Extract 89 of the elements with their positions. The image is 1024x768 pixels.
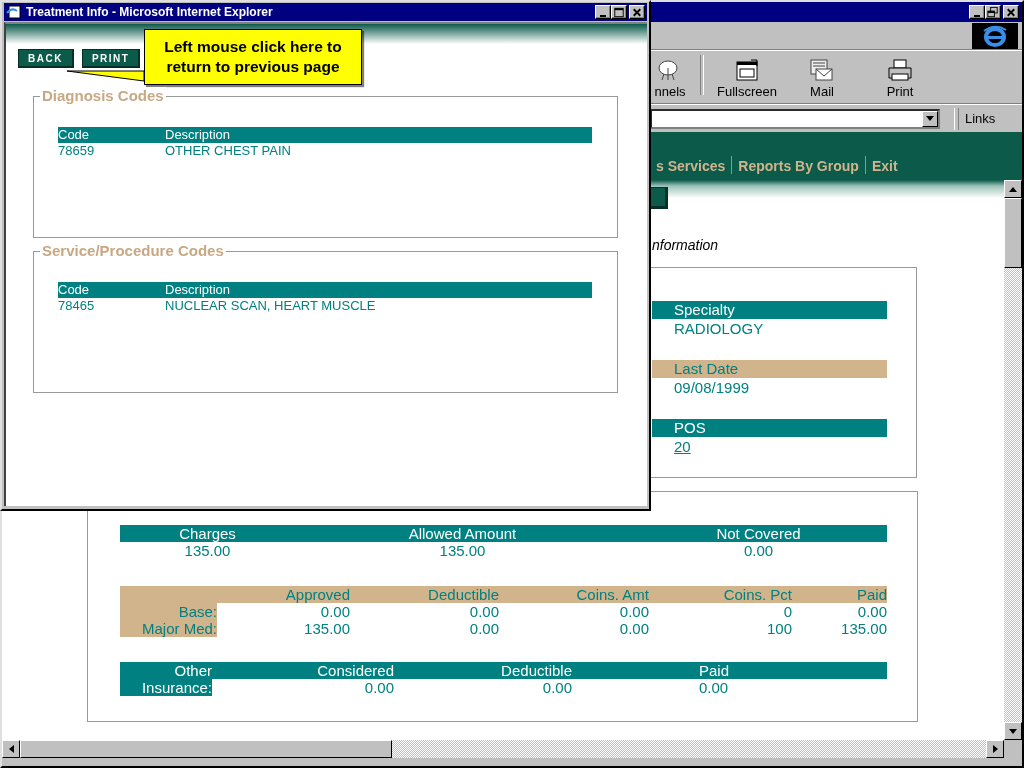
table-cell-text: 0.00	[363, 679, 394, 696]
column-header: Code	[58, 282, 165, 298]
minimize-button[interactable]	[969, 5, 985, 19]
table-cell-text: 0.00	[698, 679, 730, 696]
caret-right-icon	[992, 745, 998, 753]
table-cell-text: NUCLEAR SCAN, HEART MUSCLE	[165, 298, 377, 314]
detail-label: Last Date	[652, 360, 887, 378]
scroll-thumb[interactable]	[1004, 198, 1022, 268]
window-title: Treatment Info - Microsoft Internet Explorer	[26, 5, 274, 19]
restore-button[interactable]	[985, 5, 1001, 19]
toolbar-button[interactable]: Fullscreen	[712, 58, 782, 99]
table-cell-text: 0.00	[618, 620, 649, 637]
page-icon	[6, 5, 22, 19]
table-cell-text: 0.00	[468, 620, 499, 637]
column-header: Description	[165, 282, 592, 298]
printer-icon	[886, 58, 914, 82]
links-button[interactable]: Links	[965, 111, 996, 126]
table-cell-text: OTHER CHEST PAIN	[165, 143, 292, 159]
nav-link[interactable]: Reports By Group	[738, 158, 859, 174]
column-header: Deductible	[350, 586, 499, 603]
nav-button[interactable]: BACK	[18, 49, 74, 68]
nav-button[interactable]: PRINT	[81, 49, 141, 68]
table-cell-text: 135.00	[840, 620, 887, 637]
table-cell-text: 0.00	[541, 679, 572, 696]
minimize-button[interactable]	[595, 5, 611, 19]
nav-link[interactable]: Exit	[871, 158, 898, 174]
section-legend: Diagnosis Codes	[40, 87, 166, 105]
detail-label: Specialty	[652, 301, 887, 319]
caret-up-icon	[1009, 186, 1017, 192]
column-header: Allowed Amount	[295, 525, 630, 542]
column-header: Approved	[217, 586, 350, 603]
scroll-down-button[interactable]	[1004, 722, 1022, 740]
caret-down-icon	[1009, 728, 1017, 734]
column-header: Paid	[572, 662, 887, 679]
scroll-right-button[interactable]	[986, 740, 1004, 758]
restore-icon	[986, 5, 1000, 19]
detail-value: 09/08/1999	[674, 379, 750, 396]
browser-logo	[972, 22, 1018, 49]
maximize-button[interactable]	[611, 5, 627, 19]
address-field[interactable]	[650, 108, 940, 129]
caret-left-icon	[8, 745, 14, 753]
scroll-left-button[interactable]	[2, 740, 20, 758]
row-header: Other	[120, 662, 212, 679]
table-cell-text: 0.00	[856, 603, 887, 620]
callout: Left mouse click here to return to previous page	[144, 29, 362, 85]
minimize-icon	[600, 14, 606, 17]
column-header: Considered	[212, 662, 394, 679]
detail-link[interactable]: 20	[674, 438, 691, 455]
table-cell-text: 0.00	[319, 603, 350, 620]
scroll-thumb[interactable]	[20, 740, 392, 758]
table-cell-text: 0	[782, 603, 792, 620]
close-button[interactable]	[1003, 5, 1019, 19]
vertical-scrollbar[interactable]	[1004, 180, 1022, 740]
mail-icon	[808, 58, 836, 82]
column-header: Code	[58, 127, 165, 143]
toolbar-button[interactable]: Print	[870, 58, 930, 99]
section-heading: nformation	[652, 237, 719, 253]
table-cell-text: 78465	[58, 298, 96, 314]
table-cell-text: 0.00	[618, 603, 649, 620]
row-header: Major Med:	[120, 620, 217, 637]
table-cell-text: 0.00	[742, 542, 775, 559]
table-cell-text: 0.00	[468, 603, 499, 620]
nav-link[interactable]: s Services	[656, 158, 726, 174]
close-button[interactable]	[629, 5, 645, 19]
maximize-icon	[612, 5, 626, 19]
toolbar-button[interactable]: nnels	[650, 58, 690, 99]
window-icon	[733, 58, 761, 82]
caret-down-icon	[926, 116, 934, 121]
column-header: Paid	[792, 586, 887, 603]
column-header: Description	[165, 127, 592, 143]
table-cell-text: 78659	[58, 143, 96, 159]
toolbar-button[interactable]: Mail	[792, 58, 852, 99]
row-header: Base:	[120, 603, 217, 620]
minimize-icon	[974, 14, 980, 17]
detail-label: POS	[652, 419, 887, 437]
detail-value: RADIOLOGY	[674, 320, 764, 337]
table-cell-text: 100	[765, 620, 792, 637]
column-header: Not Covered	[630, 525, 887, 542]
table-cell-text: 135.00	[303, 620, 350, 637]
horizontal-scrollbar[interactable]	[2, 740, 1022, 758]
column-header: Charges	[120, 525, 295, 542]
dropdown-button[interactable]	[922, 110, 938, 127]
column-header: Coins. Amt	[499, 586, 649, 603]
row-header: Insurance:	[120, 679, 212, 696]
table-cell-text: 135.00	[438, 542, 487, 559]
column-header: Deductible	[394, 662, 572, 679]
scroll-up-button[interactable]	[1004, 180, 1022, 198]
column-header: Coins. Pct	[649, 586, 792, 603]
table-cell-text: 135.00	[183, 542, 232, 559]
